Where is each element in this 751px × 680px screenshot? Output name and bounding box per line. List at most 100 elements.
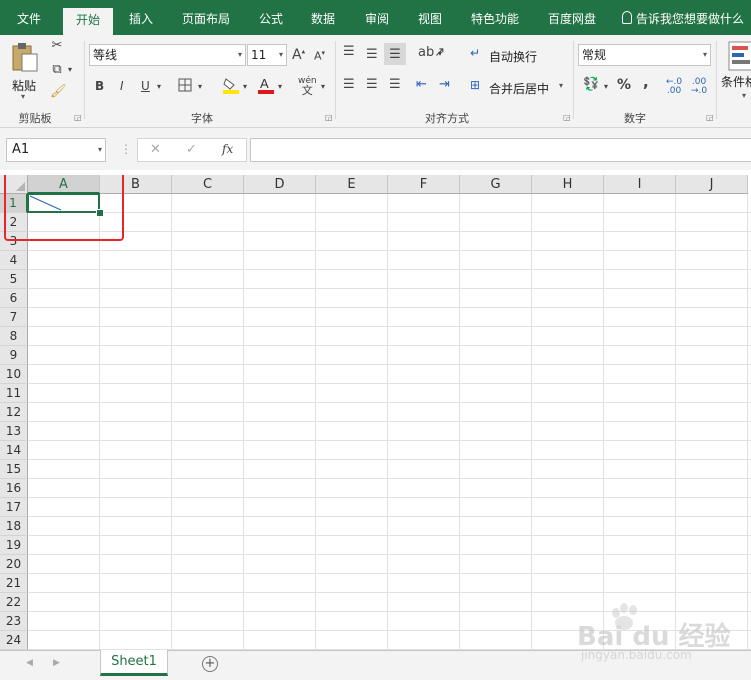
decrease-font-icon[interactable]: A▾	[314, 50, 325, 62]
decrease-decimal-icon[interactable]: .00 →.0	[691, 78, 707, 96]
font-color-dropdown-icon[interactable]: ▾	[278, 83, 282, 91]
alignment-launcher-icon[interactable]: ◲	[563, 113, 571, 122]
row-header-22[interactable]: 22	[0, 593, 28, 612]
row-header-24[interactable]: 24	[0, 631, 28, 650]
row-header-21[interactable]: 21	[0, 574, 28, 593]
column-header-f[interactable]: F	[388, 175, 460, 194]
row-header-12[interactable]: 12	[0, 403, 28, 422]
tab-view[interactable]: 视图	[409, 0, 451, 35]
select-all-button[interactable]	[0, 175, 28, 194]
column-header-j[interactable]: J	[676, 175, 748, 194]
fill-color-icon[interactable]	[222, 76, 240, 97]
clipboard-launcher-icon[interactable]: ◲	[74, 113, 82, 122]
sheet-tab-sheet1[interactable]: Sheet1	[100, 650, 168, 676]
row-header-13[interactable]: 13	[0, 422, 28, 441]
conditional-formatting-button[interactable]: 条件格 ▾	[720, 40, 751, 100]
phonetic-dropdown-icon[interactable]: ▾	[321, 83, 325, 91]
row-header-1[interactable]: 1	[0, 194, 28, 213]
column-header-c[interactable]: C	[172, 175, 244, 194]
copy-dropdown-icon[interactable]: ▾	[68, 66, 72, 74]
tab-insert[interactable]: 插入	[120, 0, 162, 35]
fill-handle[interactable]	[96, 209, 104, 217]
paste-button[interactable]: 粘贴 ▾	[8, 40, 42, 101]
increase-decimal-icon[interactable]: ←.0.00	[666, 78, 682, 96]
number-launcher-icon[interactable]: ◲	[706, 113, 714, 122]
row-header-11[interactable]: 11	[0, 384, 28, 403]
tell-me-box[interactable]: 告诉我您想要做什么	[622, 0, 751, 35]
column-header-g[interactable]: G	[460, 175, 532, 194]
align-left-icon[interactable]: ☰	[343, 78, 355, 91]
font-name-combo[interactable]: 等线 ▾	[89, 44, 246, 66]
align-middle-icon[interactable]: ☰	[366, 48, 378, 61]
row-header-20[interactable]: 20	[0, 555, 28, 574]
row-header-15[interactable]: 15	[0, 460, 28, 479]
row-header-2[interactable]: 2	[0, 213, 28, 232]
merge-center-button[interactable]: ⊞ 合并后居中 ▾	[470, 78, 570, 96]
scroll-right-icon[interactable]: ▶	[53, 658, 60, 668]
align-bottom-icon[interactable]: ☰	[384, 43, 406, 65]
increase-font-icon[interactable]: A▴	[292, 48, 305, 62]
phonetic-guide-icon[interactable]: wén 文	[298, 76, 317, 97]
fill-color-dropdown-icon[interactable]: ▾	[243, 83, 247, 91]
comma-style-button[interactable]: ,	[643, 75, 649, 90]
font-size-combo[interactable]: 11 ▾	[247, 44, 287, 66]
row-header-16[interactable]: 16	[0, 479, 28, 498]
bold-button[interactable]: B	[95, 80, 104, 92]
percent-style-button[interactable]: %	[617, 78, 631, 92]
font-launcher-icon[interactable]: ◲	[325, 113, 333, 122]
align-top-icon[interactable]: ☰	[343, 45, 355, 58]
orientation-dropdown-icon[interactable]: ▾	[438, 50, 442, 58]
increase-indent-icon[interactable]: ⇥	[439, 78, 450, 91]
column-header-b[interactable]: B	[100, 175, 172, 194]
row-header-18[interactable]: 18	[0, 517, 28, 536]
row-header-9[interactable]: 9	[0, 346, 28, 365]
number-format-combo[interactable]: 常规 ▾	[578, 44, 711, 66]
column-header-e[interactable]: E	[316, 175, 388, 194]
tab-review[interactable]: 审阅	[356, 0, 398, 35]
column-header-d[interactable]: D	[244, 175, 316, 194]
tab-file[interactable]: 文件	[5, 0, 53, 35]
row-header-5[interactable]: 5	[0, 270, 28, 289]
row-header-8[interactable]: 8	[0, 327, 28, 346]
tab-page-layout[interactable]: 页面布局	[172, 0, 240, 35]
row-header-7[interactable]: 7	[0, 308, 28, 327]
row-header-4[interactable]: 4	[0, 251, 28, 270]
row-header-23[interactable]: 23	[0, 612, 28, 631]
row-header-3[interactable]: 3	[0, 232, 28, 251]
active-cell-a1[interactable]	[27, 193, 100, 213]
borders-icon[interactable]	[178, 78, 192, 95]
enter-icon[interactable]: ✓	[186, 142, 197, 157]
tab-special-features[interactable]: 特色功能	[463, 0, 527, 35]
underline-dropdown-icon[interactable]: ▾	[157, 83, 161, 91]
row-header-10[interactable]: 10	[0, 365, 28, 384]
accounting-format-icon[interactable]: 💱	[583, 78, 599, 91]
tab-home[interactable]: 开始	[63, 8, 113, 35]
row-header-19[interactable]: 19	[0, 536, 28, 555]
column-header-h[interactable]: H	[532, 175, 604, 194]
format-painter-icon[interactable]: 🖌	[50, 85, 67, 98]
cut-icon[interactable]: ✂	[49, 39, 65, 52]
font-color-icon[interactable]: A	[257, 76, 275, 97]
align-center-icon[interactable]: ☰	[366, 78, 378, 91]
wrap-text-button[interactable]: ↵ 自动换行	[470, 46, 570, 64]
column-header-i[interactable]: I	[604, 175, 676, 194]
name-box[interactable]: A1 ▾	[6, 138, 106, 162]
decrease-indent-icon[interactable]: ⇤	[416, 78, 427, 91]
borders-dropdown-icon[interactable]: ▾	[198, 83, 202, 91]
formula-input[interactable]	[250, 138, 751, 162]
tab-formulas[interactable]: 公式	[250, 0, 292, 35]
worksheet-grid[interactable]: A B C D E F G H I J 1 2 3 4 5 6 7 8 9 10 11 12 13 14 15 16 17 18 19 2…	[0, 175, 751, 650]
tab-data[interactable]: 数据	[302, 0, 344, 35]
row-header-6[interactable]: 6	[0, 289, 28, 308]
row-header-14[interactable]: 14	[0, 441, 28, 460]
copy-icon[interactable]: ⧉	[49, 63, 65, 76]
accounting-dropdown-icon[interactable]: ▾	[604, 83, 608, 91]
column-header-a[interactable]: A	[28, 175, 100, 194]
align-right-icon[interactable]: ☰	[389, 78, 401, 91]
underline-button[interactable]: U	[141, 80, 150, 92]
tab-baidu-netdisk[interactable]: 百度网盘	[540, 0, 604, 35]
scroll-left-icon[interactable]: ◀	[26, 658, 33, 668]
row-header-17[interactable]: 17	[0, 498, 28, 517]
insert-function-icon[interactable]: fx	[222, 142, 233, 156]
add-sheet-button[interactable]: +	[202, 656, 218, 672]
